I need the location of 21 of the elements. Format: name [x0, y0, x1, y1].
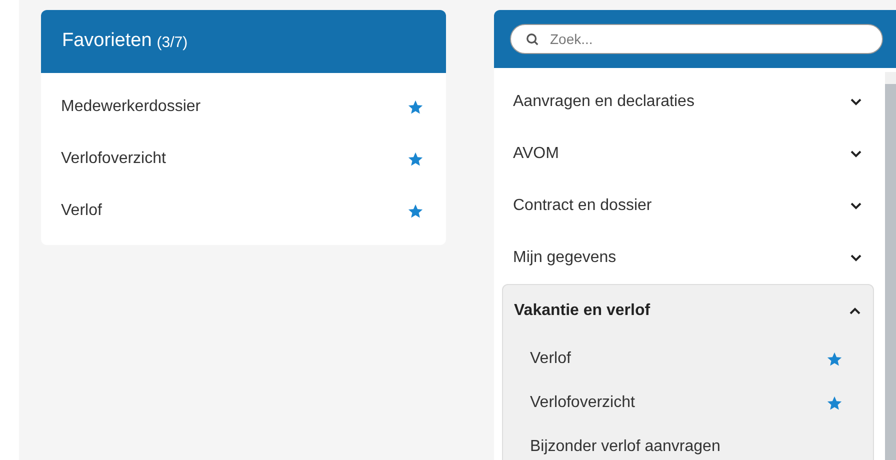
search-field[interactable]: Zoek...: [510, 24, 883, 54]
search-icon: [526, 33, 539, 46]
star-icon[interactable]: [407, 150, 424, 168]
section-header[interactable]: AVOM: [502, 128, 874, 180]
star-icon[interactable]: [407, 98, 424, 116]
star-icon[interactable]: [407, 202, 424, 220]
favorite-link[interactable]: Verlofoverzicht: [61, 147, 166, 171]
favorite-link[interactable]: Verlof: [61, 199, 102, 223]
favorites-count: (3/7): [156, 32, 188, 53]
scrollbar[interactable]: [885, 72, 896, 460]
card-title: Favorieten: [62, 29, 152, 54]
star-icon[interactable]: [826, 394, 843, 412]
section-header[interactable]: Contract en dossier: [502, 180, 874, 232]
favorite-link[interactable]: Medewerkerdossier: [61, 95, 201, 119]
section-header[interactable]: Mijn gegevens: [502, 232, 874, 284]
star-icon[interactable]: [826, 350, 843, 368]
section-header[interactable]: Vakantie en verlof: [503, 285, 873, 337]
section-header[interactable]: Aanvragen en declaraties: [502, 76, 874, 128]
submenu-link[interactable]: Verlof: [530, 347, 571, 371]
submenu-link[interactable]: Verlofoverzicht: [530, 391, 635, 415]
submenu-link[interactable]: Bijzonder verlof aanvragen: [530, 435, 720, 459]
